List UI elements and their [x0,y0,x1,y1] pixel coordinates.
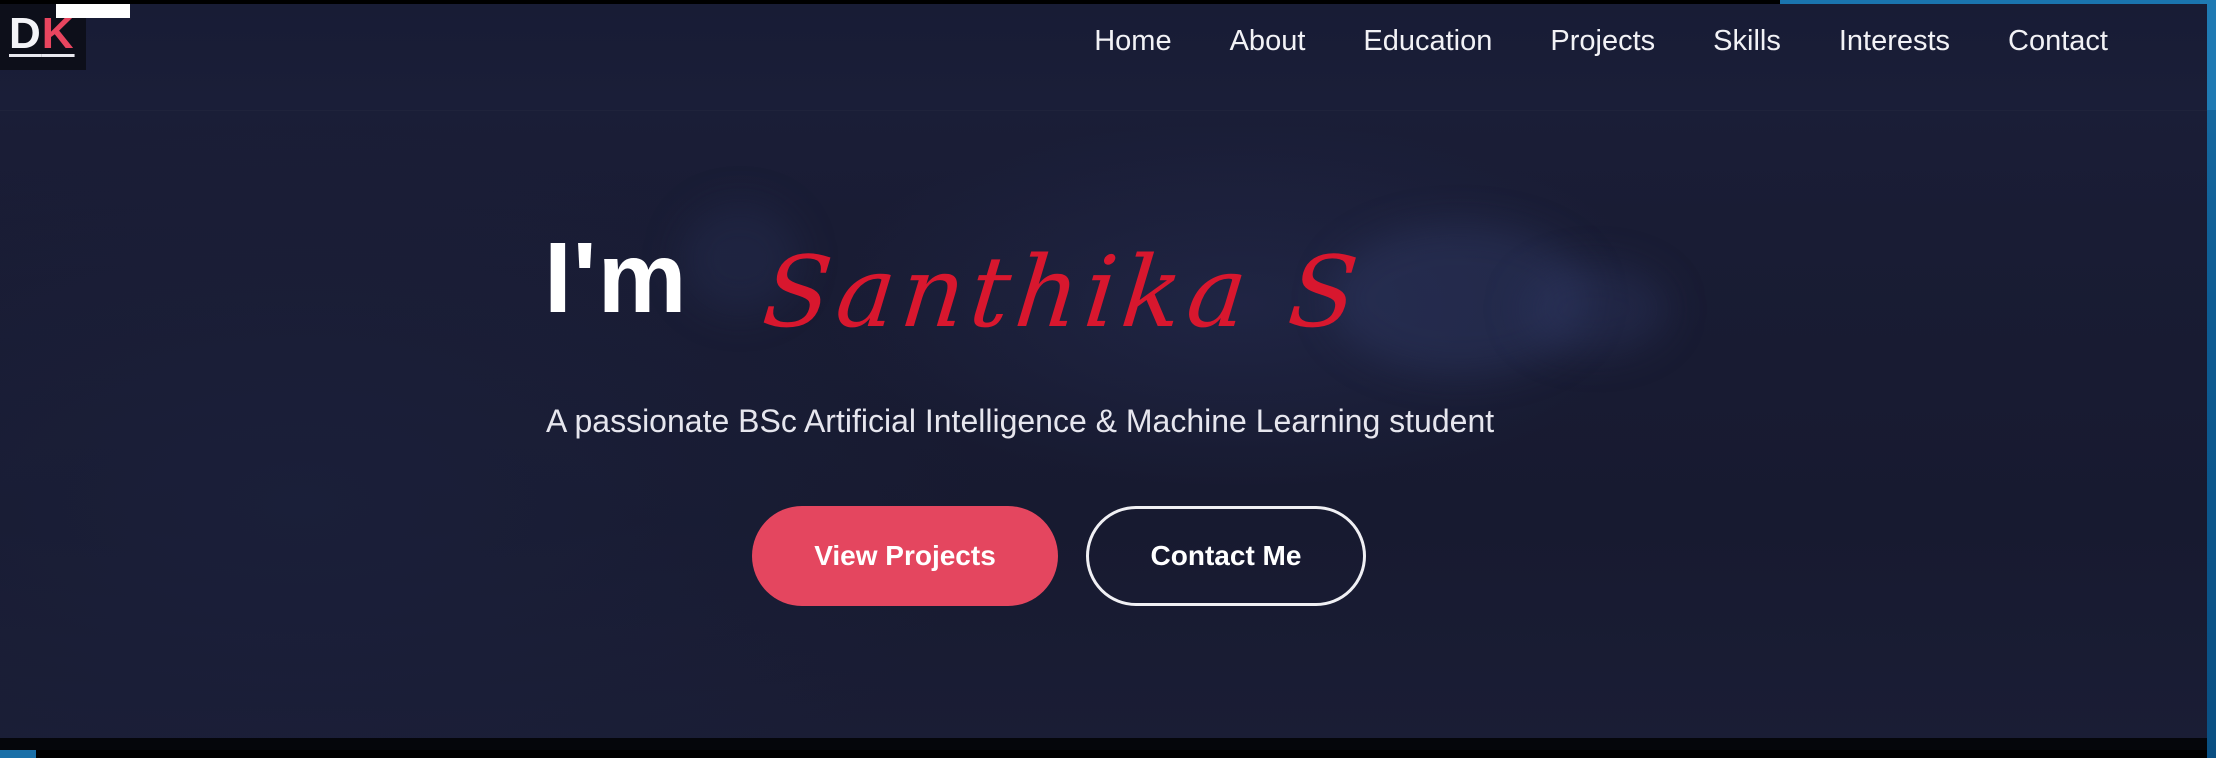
desktop-edge-right [2207,0,2216,758]
nav-menu: Home About Education Projects Skills Int… [1065,24,2108,58]
hero-intro: I'm [544,222,688,334]
nav-contact-link[interactable]: Contact [1979,24,2108,58]
contact-me-button[interactable]: Contact Me [1086,506,1366,606]
nav-projects-link[interactable]: Projects [1521,24,1684,58]
nav-education-link[interactable]: Education [1334,24,1521,58]
background-decoration [1520,264,1670,354]
hero-name: Santhika S [758,236,1369,350]
screen: DK Home About Education Projects Skills … [0,0,2216,758]
nav-skills-link[interactable]: Skills [1684,24,1810,58]
navbar: DK Home About Education Projects Skills … [0,4,2207,111]
portfolio-page: DK Home About Education Projects Skills … [0,4,2207,742]
page-bottom-edge [0,738,2207,750]
logo-overlay-artifact [56,4,130,18]
logo[interactable]: DK [9,12,75,56]
logo-letter-d: D [9,9,42,58]
nav-interests-link[interactable]: Interests [1810,24,1979,58]
view-projects-button[interactable]: View Projects [752,506,1058,606]
hero-subtitle: A passionate BSc Artificial Intelligence… [546,403,1495,439]
nav-about-link[interactable]: About [1201,24,1335,58]
nav-home-link[interactable]: Home [1065,24,1200,58]
desktop-edge-bottom [0,750,36,758]
